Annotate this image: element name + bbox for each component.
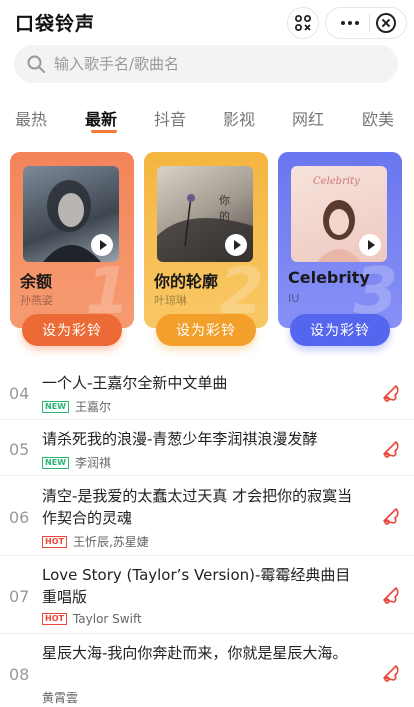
more-button[interactable] bbox=[337, 21, 363, 25]
rank-number: 07 bbox=[9, 587, 30, 606]
card-song-title: 你的轮廓 bbox=[154, 272, 219, 291]
album-cover bbox=[23, 166, 119, 262]
tab-western[interactable]: 欧美 bbox=[362, 106, 394, 130]
set-ringtone-button[interactable]: 设为彩铃 bbox=[290, 314, 390, 346]
scan-button[interactable] bbox=[287, 7, 319, 39]
tab-hottest[interactable]: 最热 bbox=[15, 106, 47, 130]
list-item[interactable]: 06 清空-是我爱的太蠢太过天真 才会把你的寂寞当作契合的灵魂 HOT 王忻辰,… bbox=[0, 476, 414, 556]
close-icon[interactable] bbox=[375, 13, 396, 33]
list-item[interactable]: 07 Love Story (Taylor’s Version)-霉霉经典曲目重… bbox=[0, 556, 414, 634]
search-bar[interactable] bbox=[14, 45, 398, 83]
ringtone-bell-icon[interactable] bbox=[380, 438, 402, 460]
rank-number: 04 bbox=[9, 384, 30, 403]
svg-text:你: 你 bbox=[219, 194, 230, 207]
tab-newest[interactable]: 最新 bbox=[85, 106, 117, 130]
list-item[interactable]: 04 一个人-王嘉尔全新中文单曲 NEW 王嘉尔 bbox=[0, 364, 414, 420]
artist-name: 李润祺 bbox=[74, 456, 111, 470]
header-bar: 口袋铃声 bbox=[0, 0, 414, 44]
album-cover: 你 的 bbox=[157, 166, 253, 262]
rank-number: 06 bbox=[9, 508, 30, 527]
song-meta: NEW 王嘉尔 bbox=[42, 398, 111, 415]
top-card-2[interactable]: 你 的 2 你的轮廓 叶琼琳 bbox=[144, 152, 268, 328]
capsule-divider bbox=[368, 14, 370, 32]
card-singer: 叶琼琳 bbox=[154, 294, 187, 307]
rank-number: 05 bbox=[9, 440, 30, 459]
ringtone-bell-icon[interactable] bbox=[380, 382, 402, 404]
song-meta: 黄霄雲 bbox=[42, 689, 78, 706]
song-title: 请杀死我的浪漫-青葱少年李润祺浪漫发酵 bbox=[42, 430, 318, 448]
song-title: Love Story (Taylor’s Version)-霉霉经典曲目重唱版 bbox=[42, 566, 351, 606]
svg-text:的: 的 bbox=[219, 209, 230, 223]
song-title: 星辰大海-我向你奔赴而来，你就是星辰大海。 bbox=[42, 644, 348, 662]
top-card-3[interactable]: Celebrity 3 Celebrity IU bbox=[278, 152, 402, 328]
play-icon[interactable] bbox=[91, 234, 113, 256]
album-cover: Celebrity bbox=[291, 166, 387, 262]
scan-icon bbox=[295, 15, 311, 31]
set-ringtone-button[interactable]: 设为彩铃 bbox=[22, 314, 122, 346]
miniprogram-capsule bbox=[325, 7, 407, 39]
tab-active-indicator bbox=[91, 130, 117, 133]
artist-name: Taylor Swift bbox=[72, 612, 142, 626]
app-title: 口袋铃声 bbox=[15, 13, 96, 35]
list-item[interactable]: 05 请杀死我的浪漫-青葱少年李润祺浪漫发酵 NEW 李润祺 bbox=[0, 420, 414, 476]
card-song-title: Celebrity bbox=[288, 268, 370, 287]
song-title: 一个人-王嘉尔全新中文单曲 bbox=[42, 374, 228, 392]
category-tabs: 最热 最新 抖音 影视 网红 欧美 bbox=[0, 100, 414, 134]
card-singer: IU bbox=[288, 292, 300, 305]
card-song-title: 余额 bbox=[20, 272, 53, 291]
song-meta: HOT 王忻辰,苏星婕 bbox=[42, 533, 149, 550]
hot-badge: HOT bbox=[42, 535, 67, 548]
artist-name: 王嘉尔 bbox=[74, 400, 111, 414]
top-card-1[interactable]: 1 余额 孙燕姿 bbox=[10, 152, 134, 328]
rank-number: 08 bbox=[9, 665, 30, 684]
song-meta: NEW 李润祺 bbox=[42, 454, 111, 471]
song-meta: HOT Taylor Swift bbox=[42, 612, 142, 626]
song-title: 清空-是我爱的太蠢太过天真 才会把你的寂寞当作契合的灵魂 bbox=[42, 487, 353, 527]
search-input[interactable] bbox=[54, 55, 374, 73]
new-badge: NEW bbox=[42, 456, 69, 469]
ringtone-bell-icon[interactable] bbox=[380, 662, 402, 684]
play-icon[interactable] bbox=[225, 234, 247, 256]
search-icon bbox=[27, 55, 45, 73]
new-badge: NEW bbox=[42, 400, 69, 413]
top-three-cards: 1 余额 孙燕姿 设为彩铃 你 的 2 你的轮廓 叶琼琳 设为彩铃 Celebr… bbox=[0, 152, 414, 352]
ringtone-bell-icon[interactable] bbox=[380, 584, 402, 606]
artist-name: 黄霄雲 bbox=[42, 691, 79, 705]
list-item[interactable]: 08 星辰大海-我向你奔赴而来，你就是星辰大海。 黄霄雲 bbox=[0, 634, 414, 707]
tab-film-tv[interactable]: 影视 bbox=[223, 106, 255, 130]
more-dots-icon bbox=[340, 21, 345, 25]
artist-name: 王忻辰,苏星婕 bbox=[72, 535, 149, 549]
hot-badge: HOT bbox=[42, 613, 67, 625]
tab-douyin[interactable]: 抖音 bbox=[154, 106, 186, 130]
tab-influencer[interactable]: 网红 bbox=[292, 106, 324, 130]
svg-text:Celebrity: Celebrity bbox=[313, 176, 360, 187]
ringtone-bell-icon[interactable] bbox=[380, 505, 402, 527]
play-icon[interactable] bbox=[359, 234, 381, 256]
set-ringtone-button[interactable]: 设为彩铃 bbox=[156, 314, 256, 346]
card-singer: 孙燕姿 bbox=[20, 294, 53, 307]
